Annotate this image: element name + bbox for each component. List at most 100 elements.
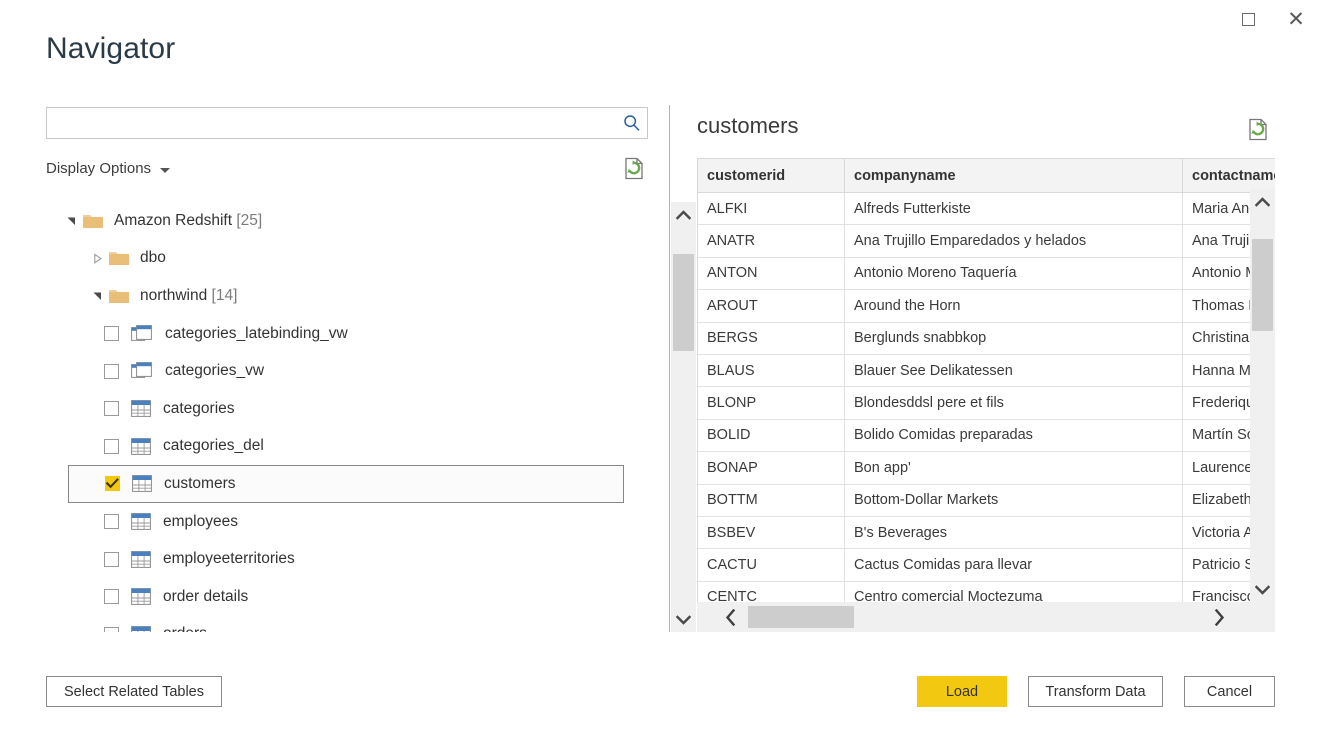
- tree-item-checkbox[interactable]: [104, 627, 119, 632]
- preview-horizontal-scroll-thumb[interactable]: [748, 606, 854, 628]
- table-cell: Bottom-Dollar Markets: [845, 484, 1183, 516]
- table-row[interactable]: ANATRAna Trujillo Emparedados y heladosA…: [698, 225, 1275, 257]
- table-icon: [132, 475, 152, 492]
- expand-arrow-closed-icon[interactable]: [86, 253, 108, 264]
- table-cell: AROUT: [698, 290, 845, 322]
- table-row[interactable]: BONAPBon app'Laurence Le: [698, 452, 1275, 484]
- display-options-dropdown[interactable]: Display Options: [46, 160, 170, 177]
- chevron-down-icon: [160, 168, 170, 173]
- tree-item-label: northwind: [140, 287, 207, 305]
- expand-arrow-open-icon[interactable]: [60, 215, 82, 226]
- table-row[interactable]: BOTTMBottom-Dollar MarketsElizabeth Li: [698, 484, 1275, 516]
- preview-scroll-right-button[interactable]: [1202, 602, 1236, 632]
- maximize-button[interactable]: [1225, 0, 1271, 38]
- maximize-icon: [1242, 13, 1255, 26]
- table-row[interactable]: BERGSBerglunds snabbkopChristina Be: [698, 322, 1275, 354]
- display-options-label: Display Options: [46, 160, 151, 177]
- table-row[interactable]: ALFKIAlfreds FutterkisteMaria Ande: [698, 193, 1275, 225]
- column-header-companyname[interactable]: companyname: [845, 159, 1183, 193]
- tree-item-categories-vw[interactable]: categories_vw: [46, 352, 626, 390]
- close-button[interactable]: ✕: [1273, 0, 1319, 38]
- tree-item-label: categories_del: [163, 437, 264, 455]
- table-cell: BONAP: [698, 452, 845, 484]
- tree-item-label: order details: [163, 588, 248, 606]
- table-icon: [131, 551, 151, 568]
- tree-item-checkbox[interactable]: [104, 552, 119, 567]
- search-input[interactable]: [54, 108, 617, 138]
- transform-data-button[interactable]: Transform Data: [1028, 676, 1163, 707]
- column-header-customerid[interactable]: customerid: [698, 159, 845, 193]
- load-button[interactable]: Load: [917, 676, 1007, 707]
- tree-item-label: customers: [164, 475, 236, 493]
- search-icon[interactable]: [617, 114, 647, 132]
- table-row[interactable]: BLONPBlondesddsl pere et filsFrederique: [698, 387, 1275, 419]
- tree-scroll-down-button[interactable]: [671, 607, 696, 632]
- data-preview-grid[interactable]: customeridcompanynamecontactname ALFKIAl…: [697, 158, 1275, 602]
- cancel-button[interactable]: Cancel: [1184, 676, 1275, 707]
- refresh-page-icon[interactable]: [1248, 118, 1270, 147]
- tree-item-employeeterritories[interactable]: employeeterritories: [46, 540, 626, 578]
- window-title-bar: ✕: [0, 0, 1321, 40]
- preview-horizontal-scrollbar[interactable]: [697, 602, 1275, 632]
- tree-scroll-thumb[interactable]: [673, 254, 694, 351]
- tree-item-checkbox[interactable]: [104, 589, 119, 604]
- tree-item-dbo[interactable]: dbo: [46, 240, 626, 278]
- table-cell: BOTTM: [698, 484, 845, 516]
- tree-item-categories[interactable]: categories: [46, 390, 626, 428]
- preview-scroll-down-button[interactable]: [1250, 577, 1275, 602]
- select-related-tables-button[interactable]: Select Related Tables: [46, 676, 222, 707]
- table-cell: B's Beverages: [845, 516, 1183, 548]
- tree-item-customers[interactable]: customers: [68, 465, 624, 503]
- table-row[interactable]: CACTUCactus Comidas para llevarPatricio …: [698, 549, 1275, 581]
- tree-item-label: categories_latebinding_vw: [165, 325, 348, 343]
- tree-item-label: dbo: [140, 249, 166, 267]
- table-row[interactable]: ANTONAntonio Moreno TaqueríaAntonio Mo: [698, 257, 1275, 289]
- table-icon: [131, 513, 151, 530]
- preview-vertical-scrollbar[interactable]: [1250, 189, 1275, 602]
- preview-scroll-up-button[interactable]: [1250, 189, 1275, 214]
- table-cell: BSBEV: [698, 516, 845, 548]
- pane-divider: [669, 105, 670, 632]
- tree-item-checkbox[interactable]: [104, 326, 119, 341]
- tree-item-checkbox[interactable]: [104, 401, 119, 416]
- tree-item-checkbox[interactable]: [104, 364, 119, 379]
- tree-item-label: employees: [163, 513, 238, 531]
- folder-icon: [108, 287, 130, 305]
- tree-item-amazon-redshift[interactable]: Amazon Redshift [25]: [46, 202, 626, 240]
- preview-vertical-scroll-thumb[interactable]: [1252, 239, 1273, 331]
- tree-vertical-scrollbar[interactable]: [671, 202, 696, 632]
- tree-item-categories-del[interactable]: categories_del: [46, 428, 626, 466]
- table-cell: ANTON: [698, 257, 845, 289]
- tree-scroll-up-button[interactable]: [671, 202, 696, 227]
- table-cell: CENTC: [698, 581, 845, 602]
- table-cell: BOLID: [698, 419, 845, 451]
- table-cell: Alfreds Futterkiste: [845, 193, 1183, 225]
- tree-item-order-details[interactable]: order details: [46, 578, 626, 616]
- table-row[interactable]: BLAUSBlauer See DelikatessenHanna Moo: [698, 354, 1275, 386]
- table-cell: Ana Trujillo Emparedados y helados: [845, 225, 1183, 257]
- tree-item-categories-latebinding-vw[interactable]: categories_latebinding_vw: [46, 315, 626, 353]
- tree-item-checkbox[interactable]: [105, 476, 120, 491]
- tree-item-northwind[interactable]: northwind [14]: [46, 277, 626, 315]
- table-header-row: customeridcompanynamecontactname: [698, 159, 1275, 193]
- search-box[interactable]: [46, 107, 648, 139]
- tree-item-checkbox[interactable]: [104, 439, 119, 454]
- expand-arrow-open-icon[interactable]: [86, 290, 108, 301]
- table-cell: BERGS: [698, 322, 845, 354]
- column-header-contactname[interactable]: contactname: [1183, 159, 1276, 193]
- table-row[interactable]: CENTCCentro comercial MoctezumaFrancisco…: [698, 581, 1275, 602]
- table-row[interactable]: BSBEVB's BeveragesVictoria Ash: [698, 516, 1275, 548]
- tree-item-label: employeeterritories: [163, 550, 295, 568]
- table-icon: [131, 588, 151, 605]
- tree-item-employees[interactable]: employees: [46, 503, 626, 541]
- tree-item-checkbox[interactable]: [104, 514, 119, 529]
- object-tree[interactable]: Amazon Redshift [25] dbo northwind [14] cat…: [46, 202, 648, 632]
- refresh-page-icon[interactable]: [624, 157, 646, 186]
- table-cell: Antonio Moreno Taquería: [845, 257, 1183, 289]
- folder-icon: [82, 212, 104, 230]
- table-row[interactable]: BOLIDBolido Comidas preparadasMartín Som: [698, 419, 1275, 451]
- tree-item-orders[interactable]: orders: [46, 616, 626, 632]
- preview-scroll-left-button[interactable]: [713, 602, 747, 632]
- table-icon: [131, 438, 151, 455]
- table-row[interactable]: AROUTAround the HornThomas Har: [698, 290, 1275, 322]
